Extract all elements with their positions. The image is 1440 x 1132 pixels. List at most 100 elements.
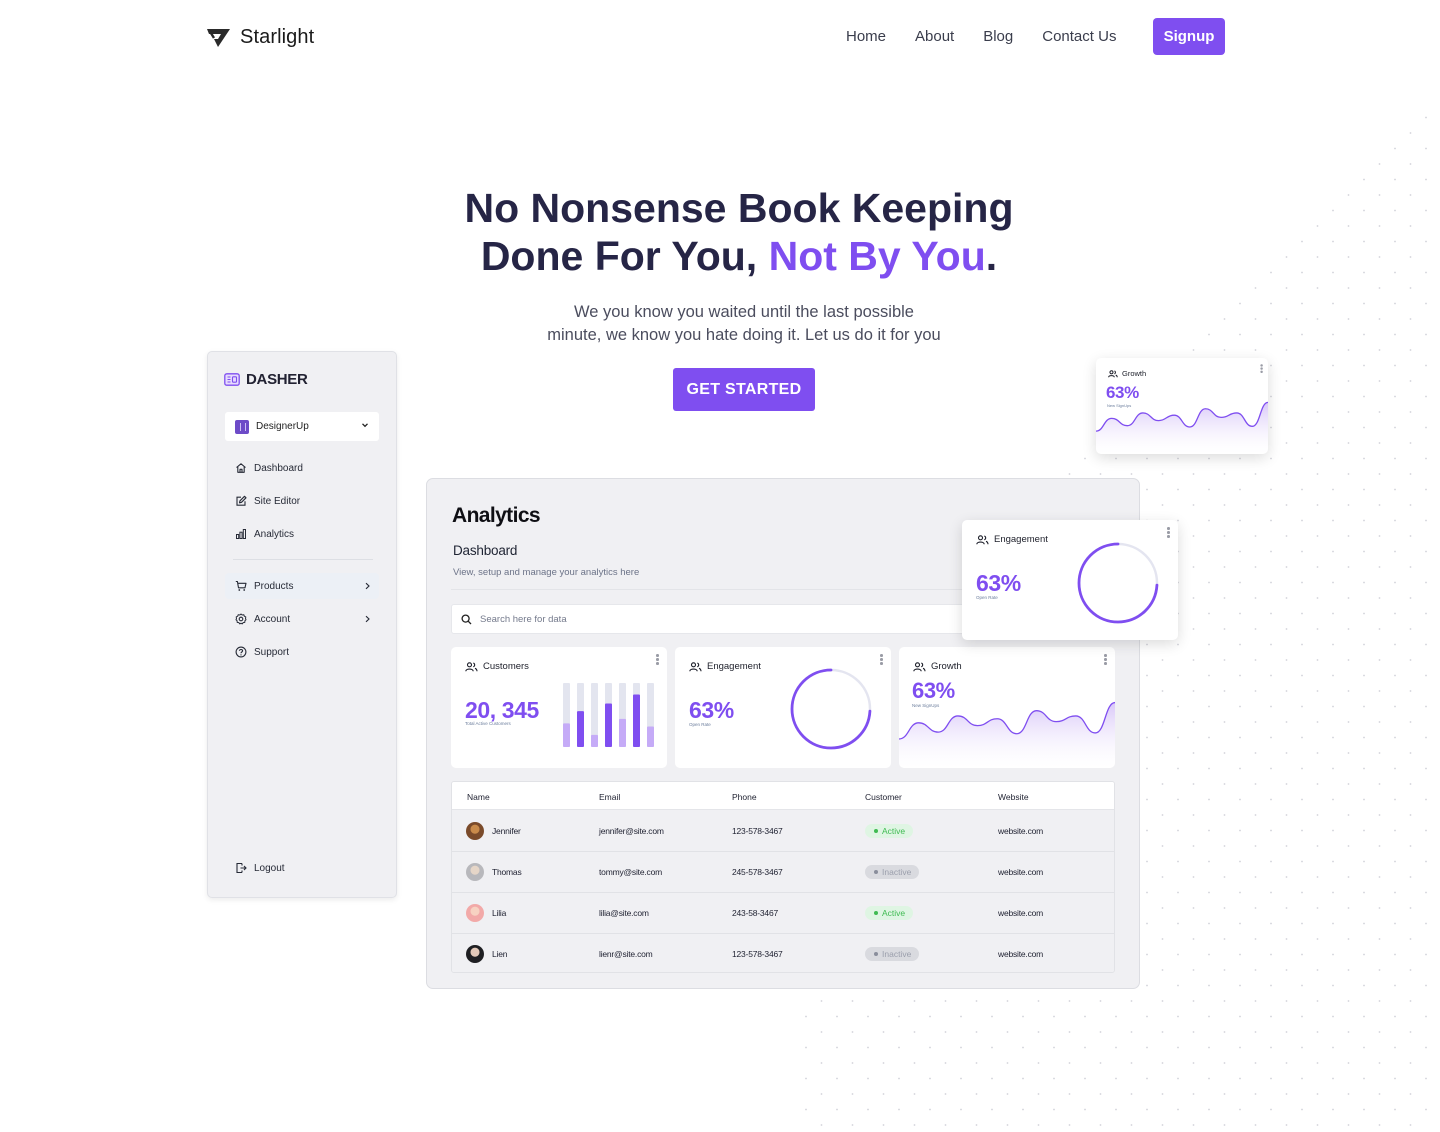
cell-website[interactable]: website.com xyxy=(998,826,1043,836)
background-dot xyxy=(1239,1046,1241,1049)
background-dot xyxy=(1363,674,1365,677)
engagement-card-label: Engagement xyxy=(707,661,761,672)
column-header-website[interactable]: Website xyxy=(998,792,1029,802)
more-options-icon[interactable] xyxy=(1104,654,1108,666)
sidebar-divider xyxy=(233,559,373,560)
more-options-icon[interactable] xyxy=(1260,364,1263,374)
cell-website[interactable]: website.com xyxy=(998,949,1043,959)
background-dot xyxy=(929,1108,931,1111)
sidebar-item-account[interactable]: Account xyxy=(225,606,379,632)
background-dot xyxy=(1316,1062,1319,1064)
background-dot xyxy=(836,1108,838,1111)
background-dot xyxy=(1332,860,1334,863)
cell-phone: 245-578-3467 xyxy=(732,867,783,877)
background-dot xyxy=(1394,364,1396,367)
background-dot xyxy=(1223,1031,1226,1033)
sidebar-item-products[interactable]: Products xyxy=(225,573,379,599)
background-dot xyxy=(1301,984,1303,987)
background-dot xyxy=(1177,829,1179,832)
table-row[interactable]: Lien lienr@site.com 123-578-3467 Inactive we… xyxy=(452,934,1114,972)
avatar xyxy=(466,822,484,840)
background-dot xyxy=(1270,1015,1272,1018)
background-dot xyxy=(1254,814,1257,816)
background-dot xyxy=(1425,612,1427,615)
background-dot xyxy=(1378,442,1381,444)
background-dot xyxy=(1378,752,1381,754)
background-dot xyxy=(944,1093,947,1095)
background-dot xyxy=(1285,783,1288,785)
background-dot xyxy=(1192,628,1195,630)
more-options-icon[interactable] xyxy=(880,654,884,666)
background-dot xyxy=(944,1062,947,1064)
signup-button[interactable]: Signup xyxy=(1153,18,1225,55)
background-dot xyxy=(1425,395,1427,398)
background-dot xyxy=(1394,1046,1396,1049)
background-dot xyxy=(1146,457,1148,460)
column-header-customer[interactable]: Customer xyxy=(865,792,902,802)
background-dot xyxy=(1378,411,1381,413)
background-dot xyxy=(1084,457,1086,460)
background-dot xyxy=(1316,411,1319,413)
sidebar-item-site-editor[interactable]: Site Editor xyxy=(225,488,379,514)
bar xyxy=(563,723,570,747)
logout-button[interactable]: Logout xyxy=(225,855,379,881)
background-dot xyxy=(1409,1124,1412,1126)
background-dot xyxy=(1409,938,1412,940)
background-dot xyxy=(1254,876,1257,878)
background-dot xyxy=(1394,457,1396,460)
background-dot xyxy=(1285,287,1288,289)
column-header-name[interactable]: Name xyxy=(467,792,490,802)
background-dot xyxy=(1053,1077,1055,1080)
table-row[interactable]: Jennifer jennifer@site.com 123-578-3467 Act… xyxy=(452,811,1114,852)
background-dot xyxy=(1223,473,1226,475)
background-dot xyxy=(1068,1000,1071,1002)
get-started-button[interactable]: GET STARTED xyxy=(673,368,815,411)
nav-link-home[interactable]: Home xyxy=(846,28,886,45)
background-dot xyxy=(1425,426,1427,429)
background-dot xyxy=(1146,674,1148,677)
background-dot xyxy=(1425,829,1427,832)
background-dot xyxy=(882,1000,885,1002)
org-switcher[interactable]: DesignerUp xyxy=(225,412,379,441)
background-dot xyxy=(1316,1000,1319,1002)
background-dot xyxy=(851,1062,854,1064)
background-dot xyxy=(1316,442,1319,444)
background-dot xyxy=(1223,907,1226,909)
background-dot xyxy=(1146,488,1148,491)
status-dot xyxy=(874,829,878,833)
nav-link-contact[interactable]: Contact Us xyxy=(1042,28,1116,45)
background-dot xyxy=(1006,1093,1009,1095)
sidebar-item-dashboard[interactable]: Dashboard xyxy=(225,455,379,481)
sidebar-item-analytics[interactable]: Analytics xyxy=(225,521,379,547)
brand-logo[interactable]: Starlight xyxy=(206,26,314,49)
background-dot xyxy=(1146,1077,1148,1080)
background-dot xyxy=(1378,814,1381,816)
cell-website[interactable]: website.com xyxy=(998,867,1043,877)
background-dot xyxy=(1378,504,1381,506)
area-fill xyxy=(1096,402,1268,454)
background-dot xyxy=(1394,1108,1396,1111)
search-input[interactable] xyxy=(480,613,880,625)
background-dot xyxy=(1177,674,1179,677)
sidebar-item-support[interactable]: Support xyxy=(225,639,379,665)
background-dot xyxy=(1301,1015,1303,1018)
background-dot xyxy=(1146,984,1148,987)
cell-website[interactable]: website.com xyxy=(998,908,1043,918)
nav-link-blog[interactable]: Blog xyxy=(983,28,1013,45)
column-header-email[interactable]: Email xyxy=(599,792,620,802)
table-row[interactable]: Lilia lilia@site.com 243-58-3467 Active webs… xyxy=(452,893,1114,934)
background-dot xyxy=(1409,659,1412,661)
column-header-phone[interactable]: Phone xyxy=(732,792,757,802)
background-dot xyxy=(1192,814,1195,816)
nav-link-about[interactable]: About xyxy=(915,28,954,45)
more-options-icon[interactable] xyxy=(1167,527,1171,539)
more-options-icon[interactable] xyxy=(656,654,660,666)
background-dot xyxy=(1192,504,1195,506)
table-row[interactable]: Thomas tommy@site.com 245-578-3467 Inactive… xyxy=(452,852,1114,893)
hero-title-period: . xyxy=(985,233,998,279)
background-dot xyxy=(1409,969,1412,971)
background-dot xyxy=(1378,349,1381,351)
background-dot xyxy=(1146,953,1148,956)
background-dot xyxy=(1208,736,1210,739)
background-dot xyxy=(913,1031,916,1033)
